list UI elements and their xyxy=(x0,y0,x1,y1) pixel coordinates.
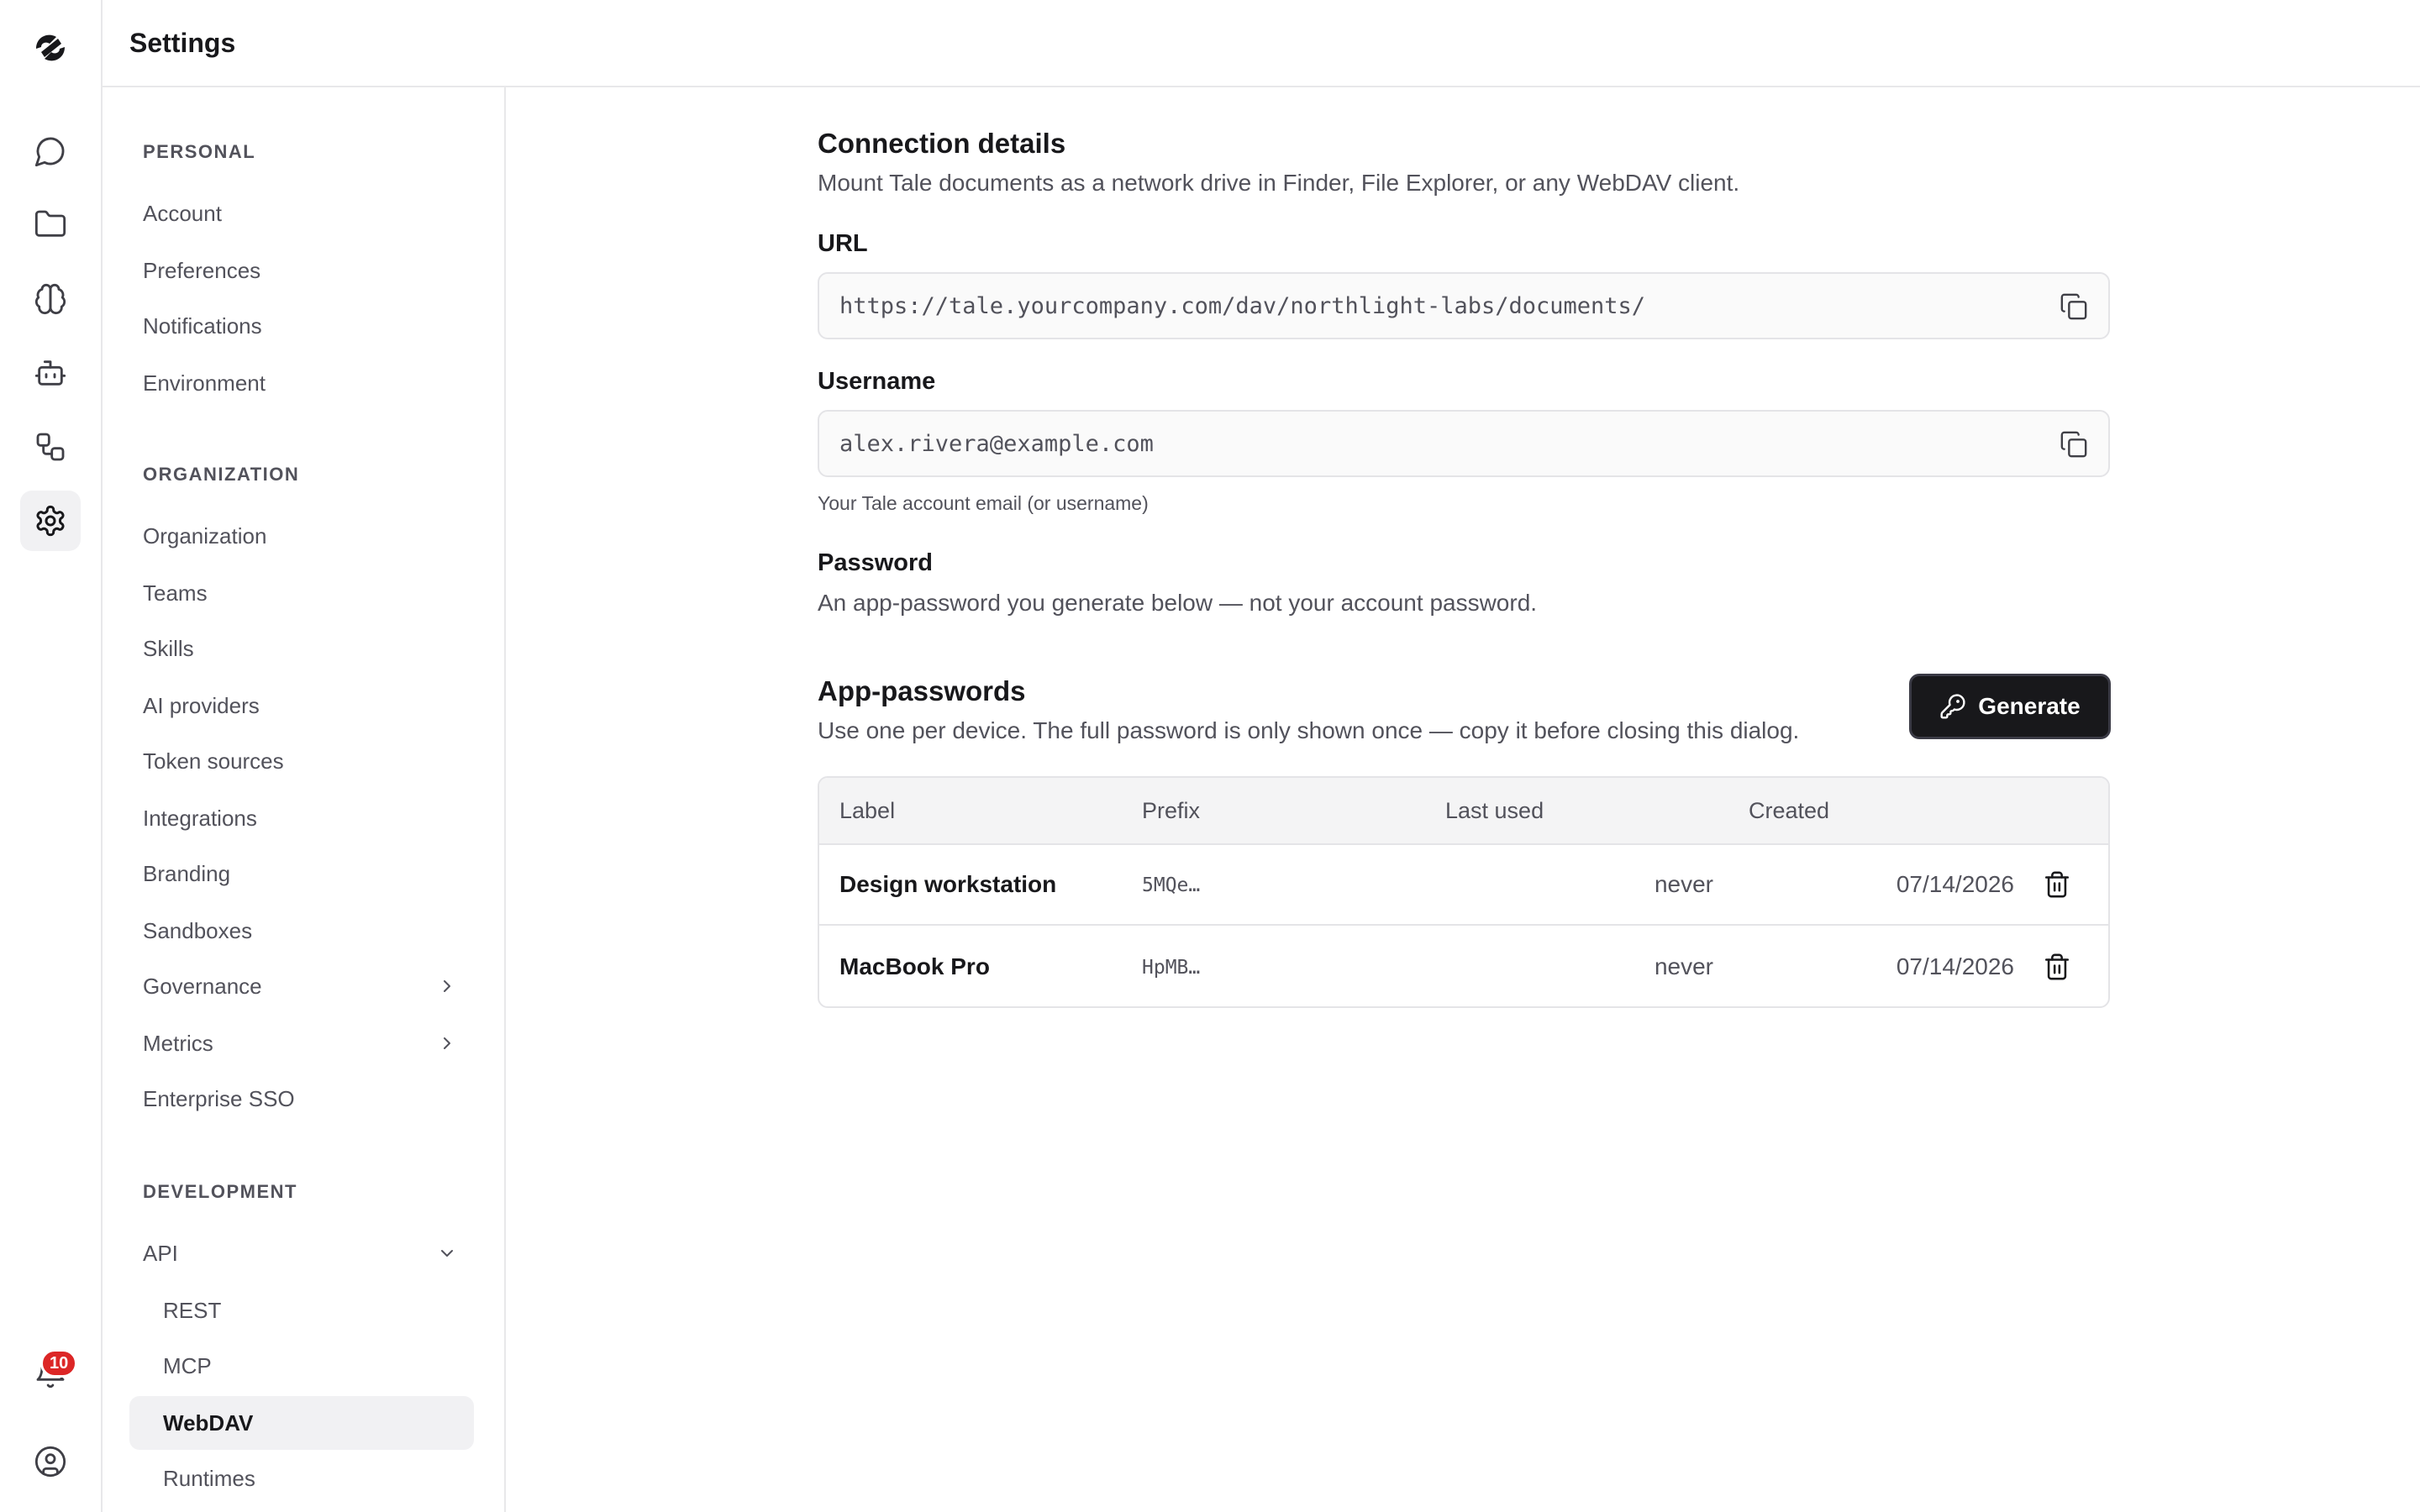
nav-item-environment[interactable]: Environment xyxy=(129,356,474,410)
trash-icon[interactable] xyxy=(2043,953,2071,981)
row-last-used: never xyxy=(1654,871,1713,897)
nav-item-integrations[interactable]: Integrations xyxy=(129,791,474,845)
page-title: Settings xyxy=(129,27,236,58)
url-label: URL xyxy=(818,230,868,257)
nav-item-api[interactable]: API xyxy=(129,1226,474,1280)
nav-item-ai-providers[interactable]: AI providers xyxy=(129,679,474,732)
brain-icon xyxy=(34,283,66,315)
nav-item-api-label: API xyxy=(143,1240,178,1266)
nav-item-teams[interactable]: Teams xyxy=(129,566,474,620)
row-prefix: 5MQe… xyxy=(1142,874,1201,896)
settings-nav-button[interactable] xyxy=(20,491,81,551)
chat-nav-button[interactable] xyxy=(20,121,81,181)
gear-icon xyxy=(36,505,65,537)
connection-details-description: Mount Tale documents as a network drive … xyxy=(818,170,1740,196)
nav-item-metrics[interactable]: Metrics xyxy=(129,1016,474,1070)
generate-button-label: Generate xyxy=(1978,693,2081,719)
url-value: https://tale.yourcompany.com/dav/northli… xyxy=(839,292,1646,319)
username-hint: Your Tale account email (or username) xyxy=(818,492,1149,514)
nav-item-mcp[interactable]: MCP xyxy=(129,1339,474,1393)
app-passwords-table: Label Prefix Last used Created Design wo… xyxy=(818,776,2110,1008)
agents-nav-button[interactable] xyxy=(20,343,81,403)
column-header-last-used: Last used xyxy=(1445,798,1544,823)
nav-section-personal: PERSONAL xyxy=(143,141,256,162)
copy-username-icon[interactable] xyxy=(2060,430,2088,459)
nav-item-webdav[interactable]: WebDAV xyxy=(129,1396,474,1450)
nav-item-governance-label: Governance xyxy=(143,973,262,999)
url-field[interactable]: https://tale.yourcompany.com/dav/northli… xyxy=(818,272,2110,339)
generate-button[interactable]: Generate xyxy=(1909,674,2111,739)
nav-section-development: DEVELOPMENT xyxy=(143,1181,297,1202)
username-label: Username xyxy=(818,368,936,395)
nav-item-preferences[interactable]: Preferences xyxy=(129,244,474,297)
username-field[interactable]: alex.rivera@example.com xyxy=(818,410,2110,477)
nav-item-governance[interactable]: Governance xyxy=(129,959,474,1013)
table-row: Design workstation 5MQe… never 07/14/202… xyxy=(819,845,2108,926)
settings-sidebar: PERSONAL Account Preferences Notificatio… xyxy=(103,87,506,1512)
row-created: 07/14/2026 xyxy=(1896,871,2014,897)
chevron-down-icon xyxy=(441,1250,453,1257)
nav-item-organization[interactable]: Organization xyxy=(129,509,474,563)
user-profile-button[interactable] xyxy=(20,1431,81,1492)
password-description: An app-password you generate below — not… xyxy=(818,590,1538,616)
nav-item-runtimes[interactable]: Runtimes xyxy=(129,1452,474,1505)
nav-item-branding[interactable]: Branding xyxy=(129,847,474,900)
icon-rail: 10 xyxy=(0,0,103,1512)
app-passwords-title: App-passwords xyxy=(818,675,1026,706)
row-created: 07/14/2026 xyxy=(1896,953,2014,979)
row-prefix: HpMB… xyxy=(1142,957,1201,979)
nav-item-token-sources[interactable]: Token sources xyxy=(129,734,474,788)
workflow-icon xyxy=(36,433,65,461)
page-header: Settings xyxy=(103,0,2420,87)
bot-icon xyxy=(34,360,66,386)
documents-nav-button[interactable] xyxy=(20,194,81,255)
notification-count-badge: 10 xyxy=(40,1349,78,1378)
column-header-label: Label xyxy=(839,798,896,823)
workflows-nav-button[interactable] xyxy=(20,417,81,477)
nav-section-organization: ORGANIZATION xyxy=(143,464,300,485)
chevron-right-icon xyxy=(444,1037,450,1049)
nav-item-rest[interactable]: REST xyxy=(129,1284,474,1337)
nav-item-notifications[interactable]: Notifications xyxy=(129,299,474,353)
trash-icon[interactable] xyxy=(2043,870,2071,899)
copy-url-icon[interactable] xyxy=(2060,292,2088,321)
nav-item-metrics-label: Metrics xyxy=(143,1030,213,1056)
row-label: MacBook Pro xyxy=(839,953,990,979)
row-last-used: never xyxy=(1654,953,1713,979)
user-circle-icon xyxy=(34,1446,66,1478)
chevron-right-icon xyxy=(444,980,450,992)
nav-item-sandboxes[interactable]: Sandboxes xyxy=(129,904,474,958)
app-passwords-description: Use one per device. The full password is… xyxy=(818,717,1800,743)
key-icon xyxy=(1940,694,1965,719)
nav-item-account[interactable]: Account xyxy=(129,186,474,240)
column-header-created: Created xyxy=(1749,798,1830,823)
table-row: MacBook Pro HpMB… never 07/14/2026 xyxy=(819,927,2108,1006)
row-label: Design workstation xyxy=(839,871,1057,897)
nav-item-skills[interactable]: Skills xyxy=(129,622,474,675)
app-logo-icon[interactable] xyxy=(29,27,71,69)
folder-icon xyxy=(34,210,66,237)
connection-details-title: Connection details xyxy=(818,128,1066,159)
knowledge-nav-button[interactable] xyxy=(20,269,81,329)
password-label: Password xyxy=(818,549,933,576)
table-header: Label Prefix Last used Created xyxy=(819,778,2108,845)
column-header-prefix: Prefix xyxy=(1142,798,1201,823)
nav-item-enterprise-sso[interactable]: Enterprise SSO xyxy=(129,1072,474,1126)
chat-icon xyxy=(34,137,65,167)
username-value: alex.rivera@example.com xyxy=(839,430,1154,457)
